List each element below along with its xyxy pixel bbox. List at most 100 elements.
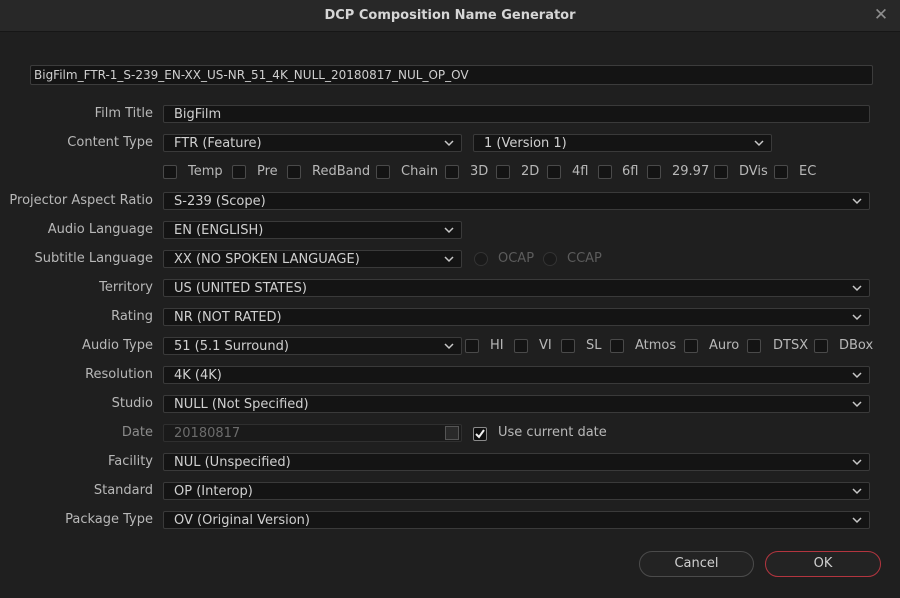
checkbox-redband[interactable] [287,165,301,179]
checkmark-icon [475,429,485,439]
version-select[interactable]: 1 (Version 1) [473,134,772,152]
checkbox-label-hi: HI [490,338,504,353]
subtitle-language-select[interactable]: XX (NO SPOKEN LANGUAGE) [163,250,462,268]
standard-value: OP (Interop) [174,484,253,499]
rating-label: Rating [111,309,153,324]
checkbox-label-6fl: 6fl [622,164,639,179]
checkbox-dbox[interactable] [814,339,828,353]
chevron-down-icon [852,517,862,524]
facility-select[interactable]: NUL (Unspecified) [163,453,870,471]
checkbox-dvis[interactable] [714,165,728,179]
rating-value: NR (NOT RATED) [174,310,282,325]
close-icon[interactable]: ✕ [872,6,890,24]
rating-select[interactable]: NR (NOT RATED) [163,308,870,326]
content-type-label: Content Type [67,135,153,150]
date-input: 20180817 [163,424,462,442]
title-bar: DCP Composition Name Generator ✕ [0,0,900,32]
date-label: Date [121,425,153,440]
audio-type-select[interactable]: 51 (5.1 Surround) [163,337,462,355]
checkbox-label-redband: RedBand [312,164,371,179]
chevron-down-icon [754,140,764,147]
checkbox-vi[interactable] [514,339,528,353]
checkbox-label-29-97: 29.97 [672,164,710,179]
checkbox-atmos[interactable] [610,339,624,353]
subtitle-language-value: XX (NO SPOKEN LANGUAGE) [174,252,360,267]
chevron-down-icon [852,372,862,379]
checkbox-2d[interactable] [496,165,510,179]
chevron-down-icon [852,198,862,205]
package-type-value: OV (Original Version) [174,513,310,528]
chevron-down-icon [852,314,862,321]
film-title-input[interactable]: BigFilm [163,105,870,123]
checkbox-6fl[interactable] [598,165,612,179]
subtitle-language-label: Subtitle Language [34,251,153,266]
checkbox-label-atmos: Atmos [635,338,677,353]
facility-value: NUL (Unspecified) [174,455,291,470]
resolution-select[interactable]: 4K (4K) [163,366,870,384]
checkbox-label-vi: VI [539,338,552,353]
content-type-value: FTR (Feature) [174,136,262,151]
chevron-down-icon [852,488,862,495]
territory-value: US (UNITED STATES) [174,281,307,296]
standard-label: Standard [93,483,153,498]
checkbox-label-auro: Auro [709,338,740,353]
chevron-down-icon [852,285,862,292]
film-title-label: Film Title [94,106,153,121]
resolution-label: Resolution [85,367,153,382]
checkbox-dtsx[interactable] [747,339,761,353]
package-type-select[interactable]: OV (Original Version) [163,511,870,529]
chevron-down-icon [444,227,454,234]
checkbox-label-dtsx: DTSX [773,338,809,353]
date-value: 20180817 [174,426,241,441]
audio-language-value: EN (ENGLISH) [174,223,264,238]
generated-name-field[interactable]: BigFilm_FTR-1_S-239_EN-XX_US-NR_51_4K_NU… [30,65,873,85]
audio-language-select[interactable]: EN (ENGLISH) [163,221,462,239]
studio-value: NULL (Not Specified) [174,397,309,412]
audio-language-label: Audio Language [47,222,153,237]
checkbox-pre[interactable] [232,165,246,179]
checkbox-label-3d: 3D [470,164,489,179]
chevron-down-icon [852,459,862,466]
checkbox-3d[interactable] [445,165,459,179]
audio-type-value: 51 (5.1 Surround) [174,339,289,354]
facility-label: Facility [107,454,153,469]
checkbox-chain[interactable] [376,165,390,179]
checkbox-auro[interactable] [684,339,698,353]
checkbox-label-dvis: DVis [739,164,768,179]
studio-label: Studio [111,396,153,411]
checkbox-ec[interactable] [774,165,788,179]
window-title: DCP Composition Name Generator [324,8,576,23]
cancel-button[interactable]: Cancel [639,551,754,577]
ocap-label: OCAP [498,251,535,266]
checkbox-label-ec: EC [799,164,817,179]
studio-select[interactable]: NULL (Not Specified) [163,395,870,413]
ocap-radio[interactable] [474,252,488,266]
checkbox-sl[interactable] [561,339,575,353]
content-type-select[interactable]: FTR (Feature) [163,134,462,152]
use-current-date-checkbox[interactable] [473,427,487,441]
calendar-icon [445,426,459,440]
checkbox-label-sl: SL [586,338,602,353]
chevron-down-icon [852,401,862,408]
use-current-date-label: Use current date [498,425,607,440]
chevron-down-icon [444,256,454,263]
package-type-label: Package Type [65,512,153,527]
projector-aspect-ratio-select[interactable]: S-239 (Scope) [163,192,870,210]
audio-type-label: Audio Type [82,338,153,353]
chevron-down-icon [444,343,454,350]
chevron-down-icon [444,140,454,147]
checkbox-4fl[interactable] [547,165,561,179]
territory-select[interactable]: US (UNITED STATES) [163,279,870,297]
standard-select[interactable]: OP (Interop) [163,482,870,500]
projector-aspect-ratio-value: S-239 (Scope) [174,194,266,209]
resolution-value: 4K (4K) [174,368,222,383]
ccap-radio[interactable] [543,252,557,266]
checkbox-hi[interactable] [465,339,479,353]
checkbox-label-2d: 2D [521,164,540,179]
checkbox-label-chain: Chain [401,164,439,179]
version-value: 1 (Version 1) [484,136,567,151]
checkbox-temp[interactable] [163,165,177,179]
ok-button[interactable]: OK [765,551,881,577]
checkbox-label-temp: Temp [188,164,223,179]
checkbox-29-97[interactable] [647,165,661,179]
